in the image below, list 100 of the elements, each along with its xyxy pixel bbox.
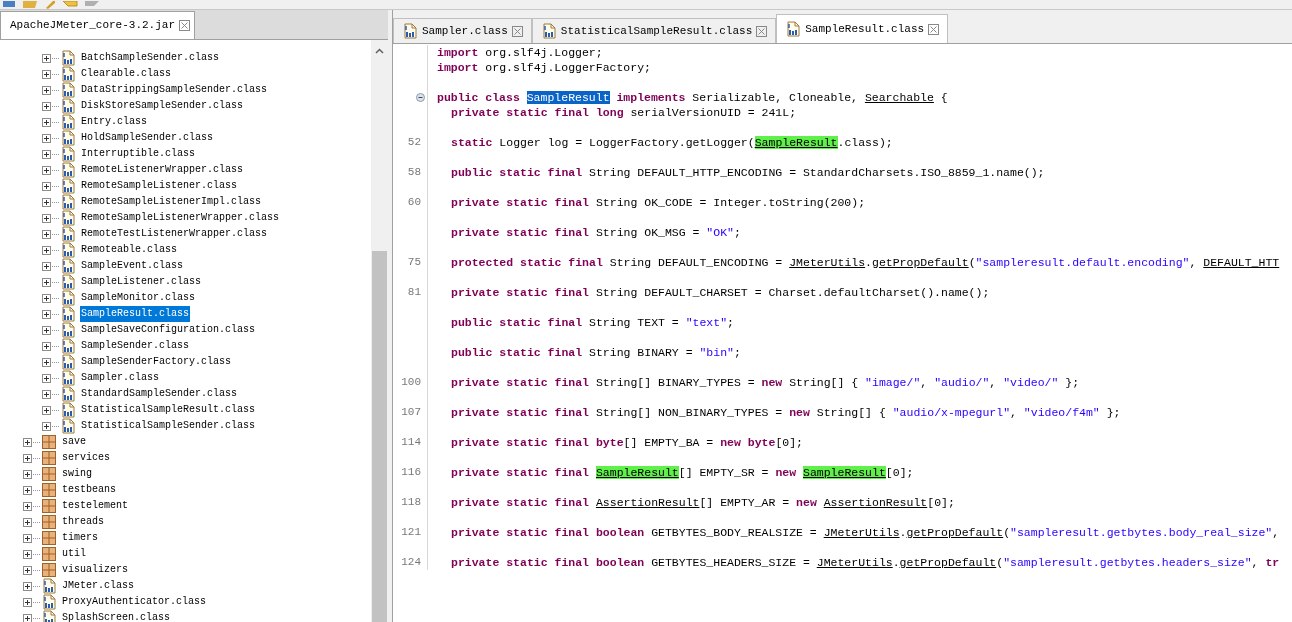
class-file-icon (60, 370, 76, 386)
scrollbar[interactable] (371, 40, 388, 622)
package-icon (41, 498, 57, 514)
expand-icon[interactable] (23, 437, 32, 447)
expand-icon[interactable] (42, 421, 51, 431)
close-icon[interactable] (756, 25, 768, 37)
line-number: 118 (401, 495, 421, 511)
line-number: 100 (401, 375, 421, 391)
expand-icon[interactable] (42, 261, 51, 271)
expand-icon[interactable] (23, 565, 32, 575)
tree-item[interactable]: services (61, 450, 111, 466)
expand-icon[interactable] (42, 69, 51, 79)
tree-item[interactable]: RemoteTestListenerWrapper.class (80, 226, 269, 242)
close-icon[interactable] (928, 23, 940, 35)
expand-icon[interactable] (23, 485, 32, 495)
package-icon (41, 450, 57, 466)
tree-item[interactable]: StandardSampleSender.class (80, 386, 239, 402)
expand-icon[interactable] (23, 533, 32, 543)
tree-item[interactable]: Remoteable.class (80, 242, 178, 258)
tree-item[interactable]: DataStrippingSampleSender.class (80, 82, 269, 98)
expand-icon[interactable] (42, 389, 51, 399)
expand-icon[interactable] (42, 373, 51, 383)
tree-item[interactable]: SampleSenderFactory.class (80, 354, 233, 370)
tree-item[interactable]: SampleSender.class (80, 338, 191, 354)
expand-icon[interactable] (42, 293, 51, 303)
close-icon[interactable] (511, 25, 523, 37)
tree-item[interactable]: StatisticalSampleSender.class (80, 418, 257, 434)
expand-icon[interactable] (23, 613, 32, 622)
expand-icon[interactable] (42, 405, 51, 415)
close-icon[interactable] (179, 20, 191, 31)
expand-icon[interactable] (23, 501, 32, 511)
tree-item[interactable]: threads (61, 514, 105, 530)
code-line: private static final String OK_CODE = Integer.toString(200); (450, 195, 866, 210)
editor-tab[interactable]: StatisticalSampleResult.class (531, 18, 777, 43)
tree-item[interactable]: RemoteListenerWrapper.class (80, 162, 245, 178)
expand-icon[interactable] (42, 197, 51, 207)
tree-item[interactable]: RemoteSampleListenerWrapper.class (80, 210, 281, 226)
expand-icon[interactable] (42, 341, 51, 351)
scroll-thumb[interactable] (372, 251, 387, 622)
tree-item[interactable]: timers (61, 530, 99, 546)
expand-icon[interactable] (42, 117, 51, 127)
expand-icon[interactable] (42, 277, 51, 287)
expand-icon[interactable] (23, 581, 32, 591)
tree-item[interactable]: util (61, 546, 87, 562)
tree-item[interactable]: testelement (61, 498, 129, 514)
expand-icon[interactable] (42, 309, 51, 319)
tree-item[interactable]: SampleEvent.class (80, 258, 185, 274)
code-line: import org.slf4j.Logger; (437, 45, 603, 60)
tree-item[interactable]: Entry.class (80, 114, 148, 130)
tree-item[interactable]: StatisticalSampleResult.class (80, 402, 257, 418)
tree-item[interactable]: SplashScreen.class (61, 610, 172, 622)
class-file-icon (60, 66, 76, 82)
scroll-up-icon[interactable] (375, 48, 384, 54)
tree-item[interactable]: swing (61, 466, 93, 482)
window-icon[interactable] (2, 1, 16, 9)
expand-icon[interactable] (42, 133, 51, 143)
expand-icon[interactable] (42, 53, 51, 63)
expand-icon[interactable] (23, 549, 32, 559)
editor-tab[interactable]: ApacheJMeter_core-3.2.jar (0, 11, 195, 39)
tree-item[interactable]: Clearable.class (80, 66, 172, 82)
tree-item[interactable]: SampleListener.class (80, 274, 203, 290)
expand-icon[interactable] (23, 517, 32, 527)
tree-item[interactable]: SampleMonitor.class (80, 290, 197, 306)
tree-item[interactable]: visualizers (61, 562, 129, 578)
expand-icon[interactable] (42, 101, 51, 111)
class-file-icon (41, 594, 57, 610)
class-file-icon (60, 354, 76, 370)
expand-icon[interactable] (42, 85, 51, 95)
tree-item[interactable]: HoldSampleSender.class (80, 130, 215, 146)
tree-item[interactable]: ProxyAuthenticator.class (61, 594, 208, 610)
expand-icon[interactable] (42, 149, 51, 159)
tree-item[interactable]: JMeter.class (61, 578, 135, 594)
code-line: public static final String BINARY = "bin"; (450, 345, 741, 360)
expand-icon[interactable] (42, 165, 51, 175)
expand-icon[interactable] (23, 453, 32, 463)
class-file-icon (60, 82, 76, 98)
tree-item[interactable]: SampleSaveConfiguration.class (80, 322, 257, 338)
expand-icon[interactable] (23, 469, 32, 479)
package-icon (41, 466, 57, 482)
expand-icon[interactable] (42, 325, 51, 335)
expand-icon[interactable] (42, 181, 51, 191)
tree-item[interactable]: RemoteSampleListener.class (80, 178, 239, 194)
tree-item[interactable]: testbeans (61, 482, 117, 498)
expand-icon[interactable] (42, 245, 51, 255)
package-icon (41, 562, 57, 578)
collapse-icon[interactable] (416, 93, 425, 102)
tree-item[interactable]: DiskStoreSampleSender.class (80, 98, 245, 114)
expand-icon[interactable] (42, 357, 51, 367)
editor-tab[interactable]: SampleResult.class (776, 14, 949, 43)
expand-icon[interactable] (42, 229, 51, 239)
editor-tab[interactable]: Sampler.class (393, 18, 532, 43)
tree-item[interactable]: BatchSampleSender.class (80, 50, 221, 66)
tree-item[interactable]: SampleResult.class (80, 306, 191, 322)
class-file-icon (60, 130, 76, 146)
expand-icon[interactable] (23, 597, 32, 607)
tree-item[interactable]: save (61, 434, 87, 450)
expand-icon[interactable] (42, 213, 51, 223)
tree-item[interactable]: Sampler.class (80, 370, 160, 386)
tree-item[interactable]: RemoteSampleListenerImpl.class (80, 194, 263, 210)
tree-item[interactable]: Interruptible.class (80, 146, 197, 162)
